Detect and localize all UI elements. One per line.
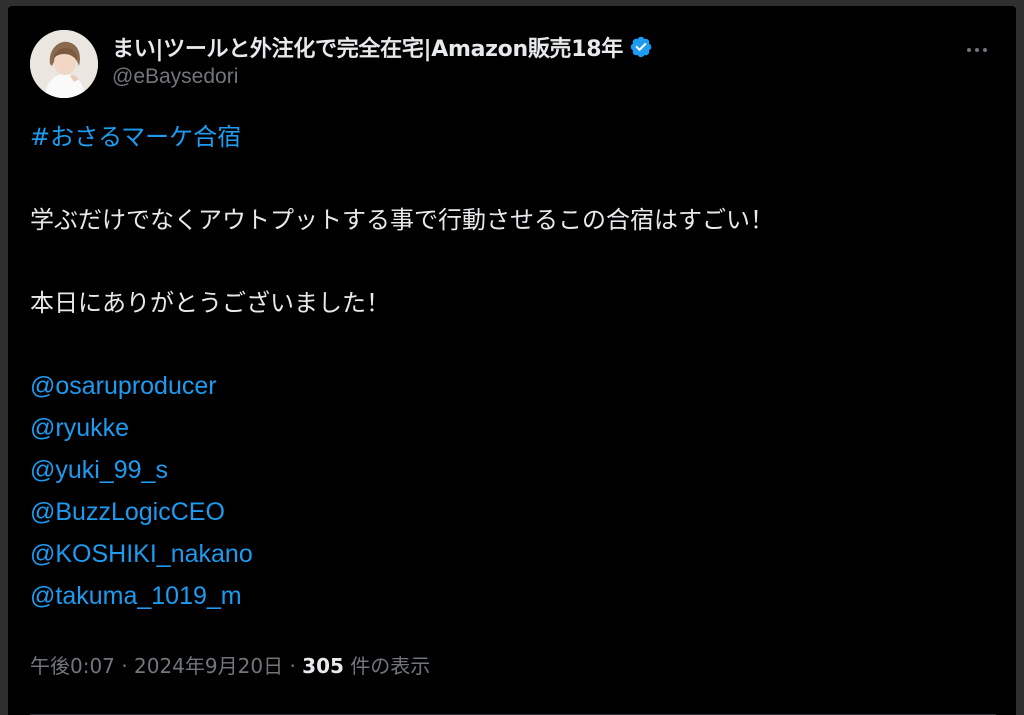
avatar[interactable]: [30, 30, 98, 98]
display-name[interactable]: まい|ツールと外注化で完全在宅|Amazon販売18年: [112, 31, 623, 63]
dot: [975, 48, 979, 52]
dot: [967, 48, 971, 52]
mention-link[interactable]: @ryukke: [30, 407, 996, 449]
avatar-image: [30, 30, 98, 98]
tweet-text: #おさるマーケ合宿 学ぶだけでなくアウトプットする事で行動させるこの合宿はすごい…: [30, 116, 996, 617]
mention-link[interactable]: @takuma_1019_m: [30, 575, 996, 617]
author-handle[interactable]: @eBaysedori: [112, 65, 653, 89]
mention-link[interactable]: @yuki_99_s: [30, 449, 996, 491]
meta-separator: ·: [121, 654, 128, 678]
tweet-card: まい|ツールと外注化で完全在宅|Amazon販売18年 @eBaysedori …: [8, 6, 1016, 715]
more-options-icon[interactable]: [962, 38, 992, 62]
meta-separator: ·: [289, 654, 296, 678]
post-date[interactable]: 2024年9月20日: [134, 654, 283, 678]
views-count[interactable]: 305: [302, 654, 344, 678]
views-label[interactable]: 件の表示: [350, 654, 430, 678]
tweet-header: まい|ツールと外注化で完全在宅|Amazon販売18年 @eBaysedori: [30, 28, 996, 100]
hashtag-link[interactable]: #おさるマーケ合宿: [30, 123, 241, 151]
mention-link[interactable]: @osaruproducer: [30, 365, 996, 407]
display-name-row: まい|ツールと外注化で完全在宅|Amazon販売18年: [112, 31, 653, 63]
dot: [983, 48, 987, 52]
paragraph-1: 学ぶだけでなくアウトプットする事で行動させるこの合宿はすごい！: [30, 206, 774, 234]
verified-badge-icon[interactable]: [629, 35, 653, 59]
post-time[interactable]: 午後0:07: [30, 654, 115, 678]
author-names: まい|ツールと外注化で完全在宅|Amazon販売18年 @eBaysedori: [112, 31, 653, 89]
paragraph-2: 本日にありがとうございました！: [30, 289, 390, 317]
hashtag-line: #おさるマーケ合宿: [30, 116, 996, 158]
mention-link[interactable]: @KOSHIKI_nakano: [30, 533, 996, 575]
mention-link[interactable]: @BuzzLogicCEO: [30, 491, 996, 533]
tweet-meta: 午後0:07 · 2024年9月20日 · 305 件の表示: [30, 650, 430, 679]
